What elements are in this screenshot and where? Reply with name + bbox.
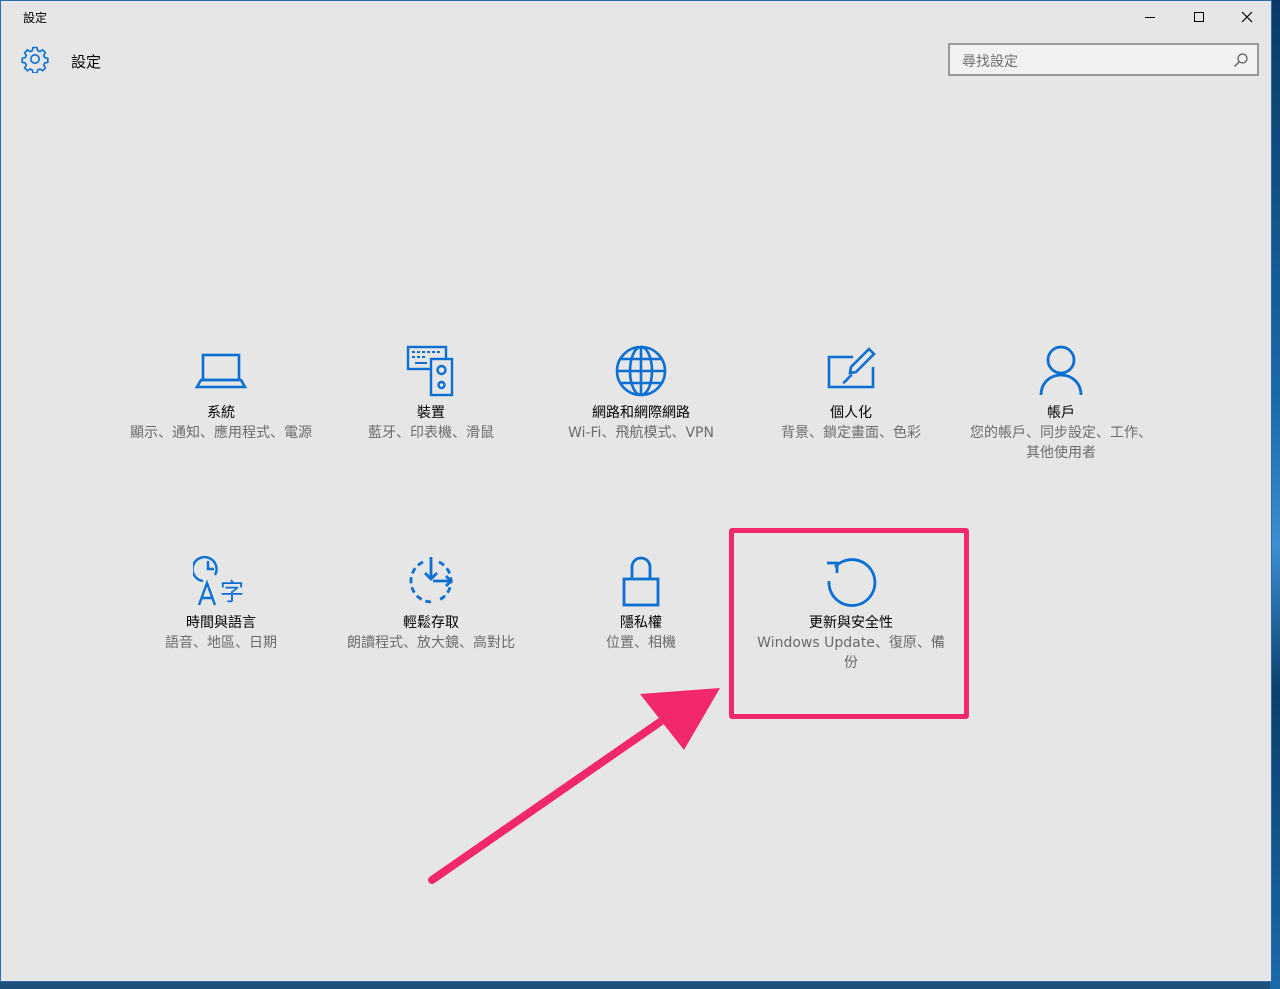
annotation-arrow — [428, 688, 720, 884]
